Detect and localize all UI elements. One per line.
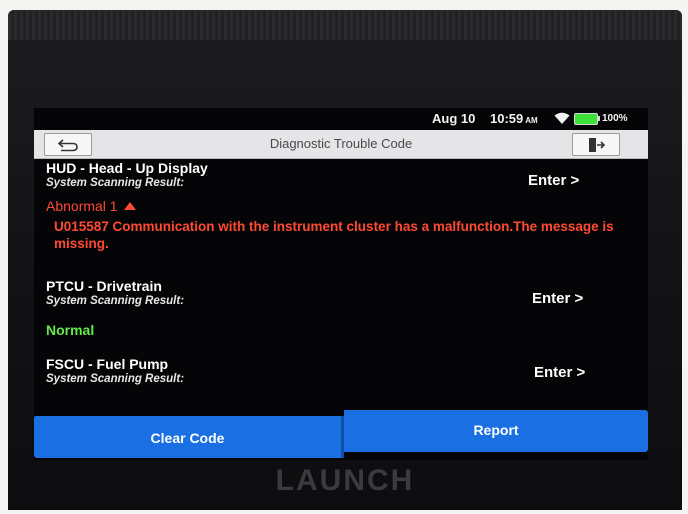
enter-button-ptcu[interactable]: Enter > bbox=[532, 290, 583, 307]
status-normal: Normal bbox=[46, 322, 95, 338]
expand-triangle-icon bbox=[123, 202, 136, 210]
system-name: HUD - Head - Up Display bbox=[46, 160, 208, 176]
system-list: HUD - Head - Up Display System Scanning … bbox=[34, 160, 648, 412]
dtc-description: U015587 Communication with the instrumen… bbox=[54, 219, 614, 251]
system-item-hud: HUD - Head - Up Display System Scanning … bbox=[46, 160, 208, 189]
brand-logo: LAUNCH bbox=[275, 464, 415, 497]
battery-icon bbox=[574, 113, 598, 125]
system-item-ptcu: PTCU - Drivetrain System Scanning Result… bbox=[46, 278, 184, 307]
system-name: FSCU - Fuel Pump bbox=[46, 356, 169, 372]
title-bar: Diagnostic Trouble Code bbox=[34, 130, 648, 159]
status-time: 10:59 AM bbox=[490, 111, 538, 126]
action-bar: Clear Code Report bbox=[34, 410, 648, 460]
enter-button-hud[interactable]: Enter > bbox=[528, 172, 579, 189]
battery-tip bbox=[598, 116, 600, 121]
battery-percent: 100% bbox=[602, 113, 628, 124]
scan-result-label: System Scanning Result: bbox=[46, 295, 185, 307]
status-bar: Aug 10 10:59 AM 100% bbox=[34, 108, 648, 130]
system-name: PTCU - Drivetrain bbox=[46, 278, 162, 294]
status-date: Aug 10 bbox=[432, 111, 476, 126]
status-abnormal[interactable]: Abnormal 1 bbox=[46, 198, 136, 214]
enter-button-fscu[interactable]: Enter > bbox=[534, 364, 585, 381]
page-title: Diagnostic Trouble Code bbox=[269, 136, 413, 151]
scan-tool-device: Aug 10 10:59 AM 100% Diagnostic Trouble C… bbox=[8, 10, 682, 510]
device-bezel bbox=[8, 10, 682, 40]
system-item-fscu: FSCU - Fuel Pump System Scanning Result: bbox=[46, 356, 184, 385]
device-screen: Aug 10 10:59 AM 100% Diagnostic Trouble C… bbox=[34, 108, 648, 460]
clear-code-button[interactable]: Clear Code bbox=[34, 416, 341, 458]
back-arrow-icon bbox=[57, 138, 78, 151]
scan-result-label: System Scanning Result: bbox=[46, 373, 185, 385]
scan-result-label: System Scanning Result: bbox=[46, 177, 185, 189]
report-button[interactable]: Report bbox=[344, 410, 648, 452]
back-button[interactable] bbox=[44, 133, 92, 156]
exit-button[interactable] bbox=[572, 133, 620, 156]
exit-icon bbox=[589, 137, 605, 152]
wifi-icon bbox=[554, 112, 570, 124]
